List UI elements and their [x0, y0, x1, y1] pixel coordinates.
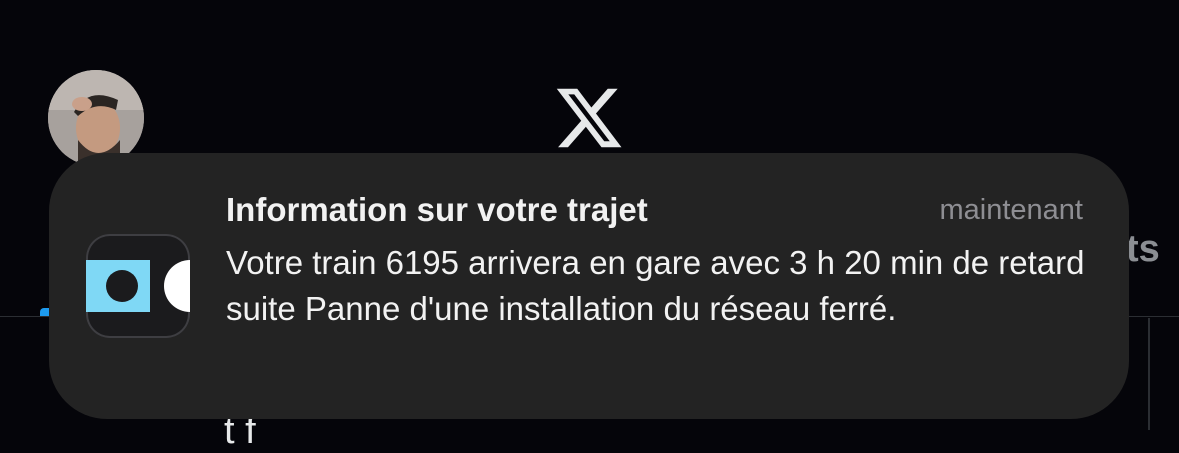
- tab-partial-label[interactable]: ts: [1126, 228, 1160, 271]
- profile-photo-icon: [48, 70, 144, 166]
- train-app-logo-icon: [86, 260, 190, 312]
- notification-title: Information sur votre trajet: [226, 191, 648, 228]
- notification-banner[interactable]: Information sur votre trajet maintenant …: [49, 153, 1129, 419]
- x-logo-icon: [556, 88, 622, 148]
- tweet-card-edge: [1148, 318, 1150, 430]
- train-app-icon: [86, 234, 190, 338]
- notification-timestamp: maintenant: [939, 194, 1084, 226]
- profile-avatar[interactable]: [48, 70, 144, 166]
- x-logo: [553, 82, 625, 154]
- notification-body: Votre train 6195 arrivera en gare avec 3…: [226, 244, 1085, 327]
